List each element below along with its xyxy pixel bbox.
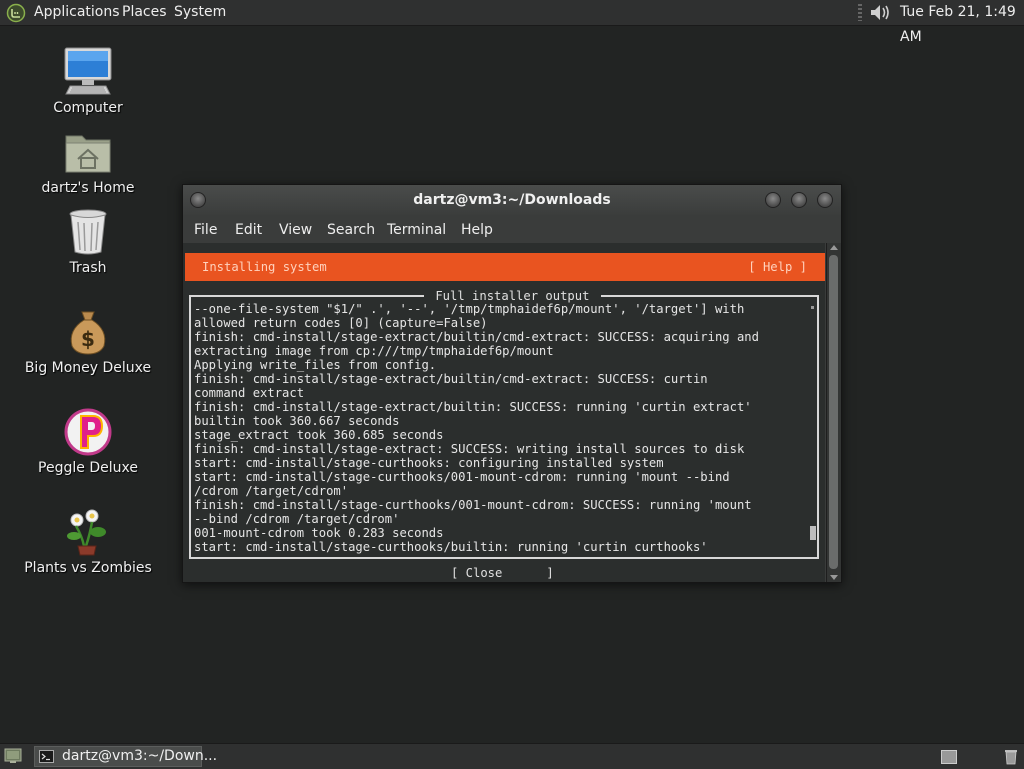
installer-title: Installing system xyxy=(202,260,327,274)
plants-zombies-icon xyxy=(67,509,106,556)
log-line: allowed return codes [0] (capture=False) xyxy=(194,316,488,330)
computer-icon xyxy=(64,47,112,95)
taskbar-terminal-button[interactable]: dartz@vm3:~/Down... xyxy=(34,746,217,767)
desktop-icon-label: Big Money Deluxe xyxy=(24,360,152,376)
log-line: finish: cmd-install/stage-extract/builti… xyxy=(194,372,708,386)
minimize-button[interactable] xyxy=(765,192,781,208)
desktop-icon-label: Plants vs Zombies xyxy=(24,560,152,576)
log-line: start: cmd-install/stage-curthooks/built… xyxy=(194,540,708,554)
desktop-icon-computer[interactable]: Computer xyxy=(18,46,158,116)
menu-edit[interactable]: Edit xyxy=(235,215,262,245)
applications-menu[interactable]: Applications xyxy=(34,0,120,25)
log-line: --bind /cdrom /target/cdrom' xyxy=(194,512,400,526)
home-folder-icon xyxy=(65,135,111,173)
log-line: start: cmd-install/stage-curthooks: conf… xyxy=(194,456,664,470)
log-line: builtin took 360.667 seconds xyxy=(194,414,400,428)
desktop-icon-label: dartz's Home xyxy=(41,180,135,196)
places-menu[interactable]: Places xyxy=(122,0,167,25)
log-line: finish: cmd-install/stage-extract/builti… xyxy=(194,330,759,344)
installer-output-frame: Full installer output --one-file-system … xyxy=(189,288,819,559)
taskbar-terminal-label: dartz@vm3:~/Down... xyxy=(62,748,218,764)
window-titlebar[interactable]: dartz@vm3:~/Downloads xyxy=(183,185,841,215)
desktop-icon-plants-zombies[interactable]: Plants vs Zombies xyxy=(18,506,158,576)
close-button[interactable]: [ Close ] xyxy=(451,564,554,582)
show-desktop-icon[interactable] xyxy=(4,748,22,764)
terminal-window: dartz@vm3:~/Downloads File Edit View Sea… xyxy=(182,184,842,583)
mint-logo-icon[interactable] xyxy=(6,3,26,23)
system-menu[interactable]: System xyxy=(174,0,226,25)
workspace-switcher[interactable] xyxy=(941,750,957,764)
terminal-scrollbar[interactable] xyxy=(826,243,841,582)
top-panel: Applications Places System Tue Feb 21, 1… xyxy=(0,0,1024,45)
help-button[interactable]: [ Help ] xyxy=(748,253,807,281)
money-bag-icon: $ xyxy=(70,311,106,355)
desktop-icon-label: Peggle Deluxe xyxy=(38,460,138,476)
desktop-icon-trash[interactable]: Trash xyxy=(18,206,158,276)
bottom-panel: dartz@vm3:~/Down... xyxy=(0,743,1024,769)
log-line: finish: cmd-install/stage-extract: SUCCE… xyxy=(194,442,745,456)
window-title: dartz@vm3:~/Downloads xyxy=(413,192,611,208)
scroll-up-icon[interactable] xyxy=(830,245,838,250)
log-line: /cdrom /target/cdrom' xyxy=(194,484,349,498)
installer-log[interactable]: --one-file-system "$1/" .', '--', '/tmp/… xyxy=(194,302,809,554)
svg-text:$: $ xyxy=(81,327,95,351)
terminal-icon xyxy=(39,750,54,763)
menu-search[interactable]: Search xyxy=(327,215,375,245)
log-line: start: cmd-install/stage-curthooks/001-m… xyxy=(194,470,730,484)
maximize-button[interactable] xyxy=(791,192,807,208)
log-line: 001-mount-cdrom took 0.283 seconds xyxy=(194,526,444,540)
scroll-down-icon[interactable] xyxy=(830,575,838,580)
terminal-scrollbar-thumb[interactable] xyxy=(829,255,838,569)
window-menubar: File Edit View Search Terminal Help xyxy=(183,215,841,243)
close-window-button[interactable] xyxy=(817,192,833,208)
log-scrollbar-thumb[interactable] xyxy=(810,526,816,540)
log-line: stage_extract took 360.685 seconds xyxy=(194,428,444,442)
desktop-icon-big-money[interactable]: $ Big Money Deluxe xyxy=(18,306,158,376)
log-line: extracting image from cp:///tmp/tmphaide… xyxy=(194,344,554,358)
log-line: Applying write_files from config. xyxy=(194,358,437,372)
terminal-screen[interactable]: Installing system [ Help ] Full installe… xyxy=(183,243,825,582)
panel-separator xyxy=(858,4,862,21)
trash-applet-icon[interactable] xyxy=(1004,748,1018,765)
menu-help[interactable]: Help xyxy=(461,215,493,245)
clock[interactable]: Tue Feb 21, 1:49 AM xyxy=(900,0,1024,45)
log-line: finish: cmd-install/stage-extract/builti… xyxy=(194,400,752,414)
desktop-icon-peggle[interactable]: Peggle Deluxe xyxy=(18,406,158,476)
desktop-icon-home[interactable]: dartz's Home xyxy=(18,126,158,196)
log-scroll-indicator xyxy=(811,306,814,309)
desktop-icon-label: Computer xyxy=(53,100,123,116)
peggle-icon xyxy=(64,408,112,456)
trash-icon xyxy=(69,209,107,255)
log-line: command extract xyxy=(194,386,305,400)
menu-terminal[interactable]: Terminal xyxy=(387,215,446,245)
installer-header: Installing system [ Help ] xyxy=(185,253,825,281)
menu-view[interactable]: View xyxy=(279,215,312,245)
menu-file[interactable]: File xyxy=(194,215,217,245)
desktop-icon-label: Trash xyxy=(69,260,107,276)
volume-icon[interactable] xyxy=(868,2,892,23)
log-line: finish: cmd-install/stage-curthooks/001-… xyxy=(194,498,752,512)
log-line: --one-file-system "$1/" .', '--', '/tmp/… xyxy=(194,302,745,316)
